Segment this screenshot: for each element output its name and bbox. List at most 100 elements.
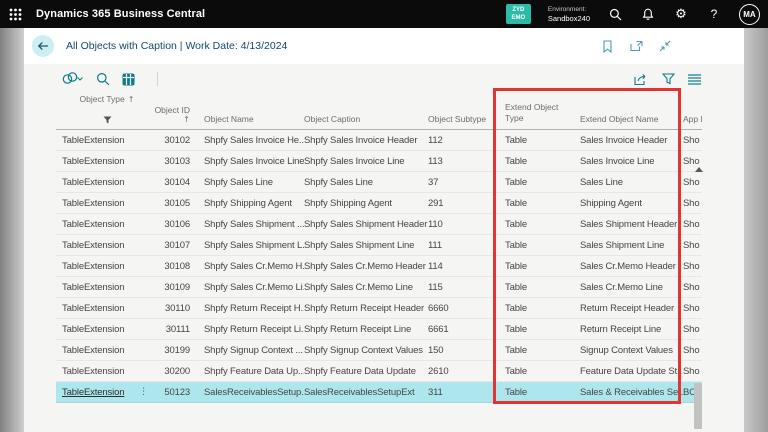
- cell-extend-object-type[interactable]: Table: [505, 135, 575, 146]
- cell-object-id[interactable]: 30107: [152, 240, 190, 251]
- table-row[interactable]: TableExtension ⋮ 30110 Shpfy Return Rece…: [56, 298, 702, 319]
- table-row[interactable]: TableExtension ⋮ 50123 SalesReceivablesS…: [56, 382, 702, 403]
- filter-list-icon[interactable]: [662, 73, 675, 85]
- cell-object-subtype[interactable]: 311: [428, 387, 487, 398]
- object-type-link[interactable]: TableExtension: [62, 303, 124, 314]
- object-type-link[interactable]: TableExtension: [62, 198, 124, 209]
- cell-object-id[interactable]: 30102: [152, 135, 190, 146]
- cell-object-caption[interactable]: Shpfy Sales Shipment Line: [304, 240, 428, 251]
- object-type-link[interactable]: TableExtension: [62, 366, 124, 377]
- cell-object-type[interactable]: TableExtension ⋮: [56, 156, 152, 167]
- cell-object-name[interactable]: Shpfy Sales Invoice He...: [204, 135, 304, 146]
- app-title[interactable]: Dynamics 365 Business Central: [36, 8, 205, 20]
- cell-extend-object-type[interactable]: Table: [505, 219, 575, 230]
- collapse-icon[interactable]: [658, 39, 672, 53]
- avatar[interactable]: MA: [739, 3, 760, 25]
- cell-object-type[interactable]: TableExtension ⋮: [56, 345, 152, 356]
- cell-extend-object-type[interactable]: Table: [505, 156, 575, 167]
- cell-object-subtype[interactable]: 113: [428, 156, 487, 167]
- cell-object-name[interactable]: Shpfy Feature Data Up...: [204, 366, 304, 377]
- cell-app-name[interactable]: Sho: [683, 135, 702, 146]
- object-type-link[interactable]: TableExtension: [62, 345, 124, 356]
- cell-object-id[interactable]: 30104: [152, 177, 190, 188]
- cell-object-caption[interactable]: Shpfy Sales Shipment Header: [304, 219, 428, 230]
- object-type-link[interactable]: TableExtension: [62, 219, 124, 230]
- table-row[interactable]: TableExtension ⋮ 30106 Shpfy Sales Shipm…: [56, 214, 702, 235]
- column-header-app-name[interactable]: App Na: [683, 94, 702, 129]
- cell-extend-object-type[interactable]: Table: [505, 303, 575, 314]
- cell-extend-object-name[interactable]: Sales & Receivables Set...: [580, 387, 683, 398]
- cell-object-name[interactable]: Shpfy Signup Context ...: [204, 345, 304, 356]
- cell-extend-object-type[interactable]: Table: [505, 282, 575, 293]
- cell-object-id[interactable]: 30109: [152, 282, 190, 293]
- cell-object-caption[interactable]: SalesReceivablesSetupExt: [304, 387, 428, 398]
- object-type-link[interactable]: TableExtension: [62, 387, 124, 398]
- cell-object-type[interactable]: TableExtension ⋮: [56, 177, 152, 188]
- cell-object-caption[interactable]: Shpfy Return Receipt Header: [304, 303, 428, 314]
- cell-object-type[interactable]: TableExtension ⋮: [56, 261, 152, 272]
- cell-object-subtype[interactable]: 112: [428, 135, 487, 146]
- cell-object-id[interactable]: 30105: [152, 198, 190, 209]
- column-header-object-id[interactable]: Object ID ↑: [152, 94, 190, 129]
- cell-object-caption[interactable]: Shpfy Return Receipt Line: [304, 324, 428, 335]
- environment-info[interactable]: Environment: Sandbox240: [548, 5, 590, 23]
- environment-badge[interactable]: ZYD EMO: [505, 4, 531, 24]
- cell-object-id[interactable]: 30199: [152, 345, 190, 356]
- help-icon[interactable]: ?: [706, 6, 722, 22]
- cell-object-subtype[interactable]: 291: [428, 198, 487, 209]
- object-type-link[interactable]: TableExtension: [62, 240, 124, 251]
- cell-object-caption[interactable]: Shpfy Sales Invoice Line: [304, 156, 428, 167]
- cell-object-subtype[interactable]: 6661: [428, 324, 487, 335]
- cell-object-type[interactable]: TableExtension ⋮: [56, 198, 152, 209]
- cell-extend-object-name[interactable]: Return Receipt Header: [580, 303, 683, 314]
- cell-extend-object-name[interactable]: Sales Line: [580, 177, 683, 188]
- cell-object-type[interactable]: TableExtension ⋮: [56, 303, 152, 314]
- search-list-icon[interactable]: [96, 72, 110, 86]
- column-header-object-subtype[interactable]: Object Subtype: [428, 94, 487, 129]
- cell-object-name[interactable]: Shpfy Sales Cr.Memo Li...: [204, 282, 304, 293]
- cell-object-type[interactable]: TableExtension ⋮: [56, 282, 152, 293]
- row-menu-icon[interactable]: ⋮: [139, 387, 152, 397]
- cell-extend-object-type[interactable]: Table: [505, 240, 575, 251]
- cell-app-name[interactable]: Sho: [683, 156, 702, 167]
- table-row[interactable]: TableExtension ⋮ 30200 Shpfy Feature Dat…: [56, 361, 702, 382]
- cell-object-type[interactable]: TableExtension ⋮: [56, 366, 152, 377]
- gear-icon[interactable]: ⚙: [673, 6, 689, 22]
- cell-object-type[interactable]: TableExtension ⋮: [56, 135, 152, 146]
- cell-extend-object-name[interactable]: Return Receipt Line: [580, 324, 683, 335]
- cell-object-name[interactable]: Shpfy Sales Line: [204, 177, 304, 188]
- cell-object-subtype[interactable]: 115: [428, 282, 487, 293]
- cell-extend-object-name[interactable]: Signup Context Values: [580, 345, 683, 356]
- app-launcher-icon[interactable]: [0, 0, 30, 28]
- cell-extend-object-name[interactable]: Sales Invoice Line: [580, 156, 683, 167]
- table-row[interactable]: TableExtension ⋮ 30105 Shpfy Shipping Ag…: [56, 193, 702, 214]
- column-header-object-type[interactable]: Object Type ↑: [56, 94, 152, 129]
- table-row[interactable]: TableExtension ⋮ 30107 Shpfy Sales Shipm…: [56, 235, 702, 256]
- cell-object-type[interactable]: TableExtension ⋮: [56, 324, 152, 335]
- cell-object-subtype[interactable]: 150: [428, 345, 487, 356]
- table-row[interactable]: TableExtension ⋮ 30104 Shpfy Sales Line …: [56, 172, 702, 193]
- cell-extend-object-name[interactable]: Feature Data Update St...: [580, 366, 683, 377]
- object-type-link[interactable]: TableExtension: [62, 324, 124, 335]
- bell-icon[interactable]: [640, 6, 656, 22]
- table-row[interactable]: TableExtension ⋮ 30102 Shpfy Sales Invoi…: [56, 130, 702, 151]
- column-header-object-caption[interactable]: Object Caption: [304, 94, 428, 129]
- cell-extend-object-type[interactable]: Table: [505, 324, 575, 335]
- cell-extend-object-name[interactable]: Sales Invoice Header: [580, 135, 683, 146]
- vertical-scrollbar[interactable]: [693, 167, 703, 432]
- cell-object-type[interactable]: TableExtension ⋮: [56, 240, 152, 251]
- table-row[interactable]: TableExtension ⋮ 30108 Shpfy Sales Cr.Me…: [56, 256, 702, 277]
- cell-extend-object-type[interactable]: Table: [505, 261, 575, 272]
- column-filter-icon[interactable]: [103, 116, 112, 124]
- cell-object-id[interactable]: 30110: [152, 303, 190, 314]
- column-header-extend-object-name[interactable]: Extend Object Name: [580, 94, 683, 129]
- table-row[interactable]: TableExtension ⋮ 30199 Shpfy Signup Cont…: [56, 340, 702, 361]
- cell-object-type[interactable]: TableExtension ⋮: [56, 219, 152, 230]
- table-row[interactable]: TableExtension ⋮ 30103 Shpfy Sales Invoi…: [56, 151, 702, 172]
- cell-object-name[interactable]: Shpfy Sales Shipment L...: [204, 240, 304, 251]
- object-type-link[interactable]: TableExtension: [62, 135, 124, 146]
- cell-object-name[interactable]: Shpfy Sales Invoice Line: [204, 156, 304, 167]
- object-type-link[interactable]: TableExtension: [62, 282, 124, 293]
- analyze-icon[interactable]: [122, 73, 135, 86]
- cell-object-subtype[interactable]: 6660: [428, 303, 487, 314]
